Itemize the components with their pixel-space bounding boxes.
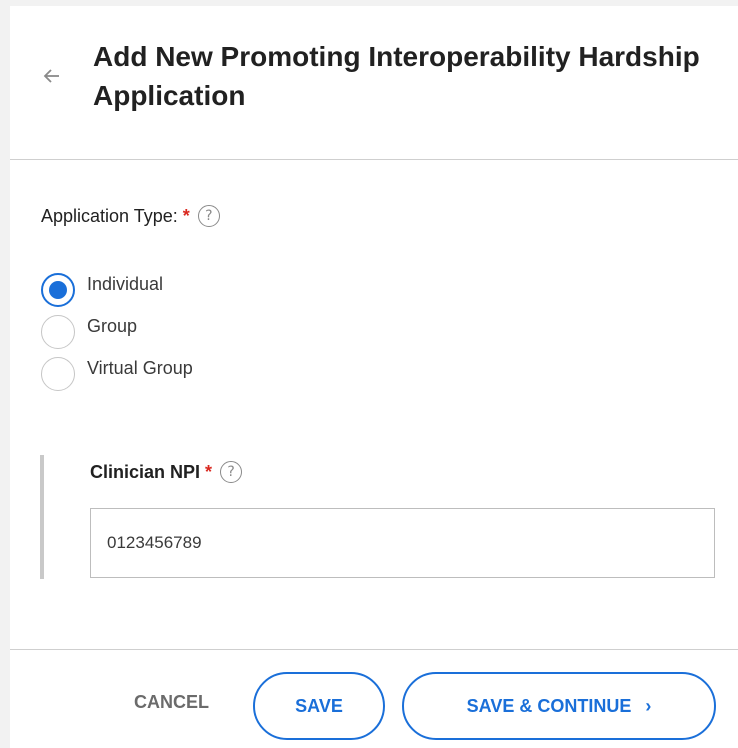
footer-divider [10,649,738,650]
help-icon[interactable]: ? [197,205,220,227]
cancel-button[interactable]: CANCEL [134,692,209,713]
page-title: Add New Promoting Interoperability Hards… [93,41,700,111]
section-indicator-bar [40,455,44,579]
application-panel: Add New Promoting Interoperability Hards… [10,6,738,748]
clinician-npi-label: Clinician NPI [90,461,201,482]
radio-button[interactable] [41,357,75,391]
radio-label-virtual-group: Virtual Group [87,357,193,378]
save-button[interactable]: SAVE [253,672,385,740]
radio-dot [49,281,67,299]
radio-label-individual: Individual [87,273,164,294]
arrow-left-icon [43,69,59,83]
page-header: Add New Promoting Interoperability Hards… [10,6,738,160]
radio-label-group: Group [87,315,138,336]
radio-option-group[interactable]: Group [41,311,193,353]
back-button[interactable] [40,64,64,88]
application-type-label-row: Application Type: * ? [41,205,220,227]
application-type-label: Application Type: [41,205,178,226]
required-marker: * [205,461,213,482]
clinician-npi-input[interactable] [90,508,715,578]
radio-button[interactable] [41,315,75,349]
clinician-npi-label-row: Clinician NPI * ? [90,461,243,483]
required-marker: * [182,205,190,226]
radio-option-individual[interactable]: Individual [41,269,193,311]
radio-option-virtual-group[interactable]: Virtual Group [41,353,193,395]
save-and-continue-button[interactable]: SAVE & CONTINUE › [402,672,716,740]
save-button-label: SAVE [295,695,343,716]
help-icon[interactable]: ? [220,461,243,483]
radio-button-checked[interactable] [41,273,75,307]
application-type-radio-group: Individual Group Virtual Group [41,269,193,395]
chevron-right-icon: › [645,695,652,716]
save-and-continue-label: SAVE & CONTINUE [466,695,632,716]
